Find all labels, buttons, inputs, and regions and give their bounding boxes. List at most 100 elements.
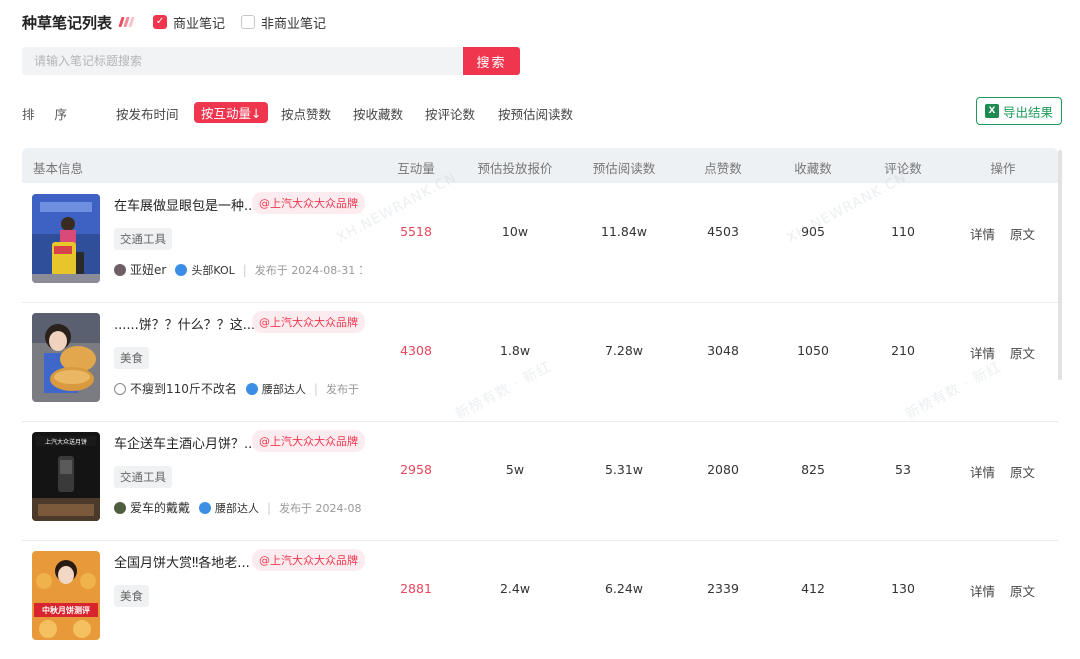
- commercial-notes-checkbox[interactable]: ✓ 商业笔记: [153, 13, 225, 32]
- page-title: 种草笔记列表: [22, 13, 113, 32]
- detail-link[interactable]: 详情: [970, 462, 995, 481]
- source-link[interactable]: 原文: [1010, 224, 1035, 243]
- sort-by-estimated-reads[interactable]: 按预估阅读数: [498, 104, 573, 123]
- author-meta: 不瘦到110斤不改名 腰部达人 | 发布于: [114, 380, 362, 397]
- source-link[interactable]: 原文: [1010, 343, 1035, 362]
- reads-value: 5.31w: [604, 462, 644, 477]
- col-likes: 点赞数: [704, 161, 742, 176]
- category-tag: 美食: [114, 347, 149, 369]
- table-row: 上汽大众送月饼 车企送车主酒心月饼？... @上汽大众大众品牌 交通工具 爱车的…: [22, 421, 1058, 541]
- category-tag: 交通工具: [114, 466, 172, 488]
- price-value: 5w: [505, 462, 525, 477]
- interaction-value: 4308: [400, 343, 432, 358]
- note-thumbnail[interactable]: 中秋月饼测评: [32, 551, 100, 640]
- comments-value: 110: [891, 224, 915, 239]
- publish-time: 发布于 2024-08-:: [279, 501, 362, 515]
- avatar: [114, 263, 126, 276]
- divider: |: [267, 500, 272, 515]
- sort-by-favorites[interactable]: 按收藏数: [353, 104, 403, 123]
- col-interaction: 互动量: [397, 161, 435, 176]
- table-header: 基本信息 互动量 预估投放报价 预估阅读数 点赞数 收藏数 评论数 操作: [22, 148, 1058, 183]
- checkbox-checked-icon: ✓: [153, 15, 168, 29]
- favorites-value: 905: [801, 224, 825, 239]
- title-decoration-icon: [118, 17, 135, 27]
- page-header: 种草笔记列表 ✓ 商业笔记 非商业笔记: [22, 10, 326, 34]
- brand-badge: @上汽大众大众品牌: [252, 549, 365, 571]
- avatar: [114, 382, 126, 395]
- comments-value: 53: [895, 462, 911, 477]
- note-thumbnail[interactable]: 上汽大众送月饼: [32, 432, 100, 521]
- author-name[interactable]: 不瘦到110斤不改名: [130, 380, 237, 397]
- col-basic-info: 基本信息: [33, 161, 84, 176]
- likes-value: 2339: [707, 581, 739, 596]
- favorites-value: 412: [801, 581, 825, 596]
- avatar: [114, 501, 126, 514]
- source-link[interactable]: 原文: [1010, 462, 1035, 481]
- publish-time: 发布于 2024-08-31 19:: [254, 263, 362, 277]
- brand-badge: @上汽大众大众品牌: [252, 430, 365, 452]
- note-title[interactable]: 车企送车主酒心月饼？...: [114, 433, 256, 452]
- reads-value: 7.28w: [604, 343, 644, 358]
- note-thumbnail[interactable]: [32, 194, 100, 283]
- level-badge-icon: [245, 382, 258, 395]
- checkbox-label: 商业笔记: [173, 16, 226, 32]
- likes-value: 2080: [707, 462, 739, 477]
- detail-link[interactable]: 详情: [970, 343, 995, 362]
- interaction-value: 2881: [400, 581, 432, 596]
- sort-by-comments[interactable]: 按评论数: [425, 104, 475, 123]
- detail-link[interactable]: 详情: [970, 224, 995, 243]
- note-title[interactable]: 全国月饼大赏‼各地老...: [114, 552, 250, 571]
- favorites-value: 1050: [797, 343, 829, 358]
- category-tag: 交通工具: [114, 228, 172, 250]
- comments-value: 130: [891, 581, 915, 596]
- col-actions: 操作: [990, 161, 1016, 176]
- sort-by-likes[interactable]: 按点赞数: [281, 104, 331, 123]
- price-value: 2.4w: [499, 581, 531, 596]
- brand-badge: @上汽大众大众品牌: [252, 192, 365, 214]
- sort-bar: 排序 按发布时间 按互动量↓ 按点赞数 按收藏数 按评论数 按预估阅读数 X 导…: [22, 97, 1062, 125]
- divider: |: [242, 262, 247, 277]
- author-name[interactable]: 亚妞er: [130, 261, 166, 278]
- reads-value: 11.84w: [600, 224, 648, 239]
- noncommercial-notes-checkbox[interactable]: 非商业笔记: [241, 13, 326, 32]
- price-value: 1.8w: [499, 343, 531, 358]
- sort-by-publish-time[interactable]: 按发布时间: [116, 104, 179, 123]
- thumbnail-overlay-text: 中秋月饼测评: [42, 605, 90, 615]
- level-badge-icon: [175, 263, 188, 276]
- author-meta: 亚妞er 头部KOL | 发布于 2024-08-31 19:: [114, 261, 362, 278]
- reads-value: 6.24w: [604, 581, 644, 596]
- level-label: 头部KOL: [191, 263, 235, 277]
- table-row: ......饼？？什么？？这... @上汽大众大众品牌 美食 不瘦到110斤不改…: [22, 302, 1058, 422]
- detail-link[interactable]: 详情: [970, 581, 995, 600]
- favorites-value: 825: [801, 462, 825, 477]
- thumbnail-overlay-text: 上汽大众送月饼: [45, 438, 87, 446]
- publish-time: 发布于: [325, 382, 359, 396]
- search-button[interactable]: 搜索: [463, 47, 520, 75]
- author-name[interactable]: 爱车的戴戴: [130, 499, 190, 516]
- likes-value: 4503: [707, 224, 739, 239]
- source-link[interactable]: 原文: [1010, 581, 1035, 600]
- brand-badge: @上汽大众大众品牌: [252, 311, 365, 333]
- level-label: 腰部达人: [215, 501, 260, 515]
- table-scrollbar[interactable]: [1058, 150, 1062, 380]
- col-comments: 评论数: [884, 161, 922, 176]
- col-favorites: 收藏数: [794, 161, 832, 176]
- price-value: 10w: [501, 224, 529, 239]
- interaction-value: 5518: [400, 224, 432, 239]
- sort-label: 排序: [22, 107, 88, 122]
- note-title[interactable]: ......饼？？什么？？这...: [114, 314, 255, 333]
- sort-by-interaction[interactable]: 按互动量↓: [194, 102, 269, 123]
- search-input[interactable]: [22, 47, 462, 75]
- note-title[interactable]: 在车展做显眼包是一种...: [114, 195, 256, 214]
- level-badge-icon: [199, 501, 212, 514]
- comments-value: 210: [891, 343, 915, 358]
- excel-icon: X: [984, 104, 999, 118]
- note-thumbnail[interactable]: [32, 313, 100, 402]
- level-label: 腰部达人: [261, 382, 306, 396]
- export-label: 导出结果: [1002, 104, 1053, 120]
- divider: |: [313, 381, 318, 396]
- export-results-button[interactable]: X 导出结果: [976, 97, 1062, 125]
- col-price: 预估投放报价: [477, 161, 553, 176]
- checkbox-label: 非商业笔记: [261, 16, 327, 32]
- checkbox-unchecked-icon: [241, 15, 256, 29]
